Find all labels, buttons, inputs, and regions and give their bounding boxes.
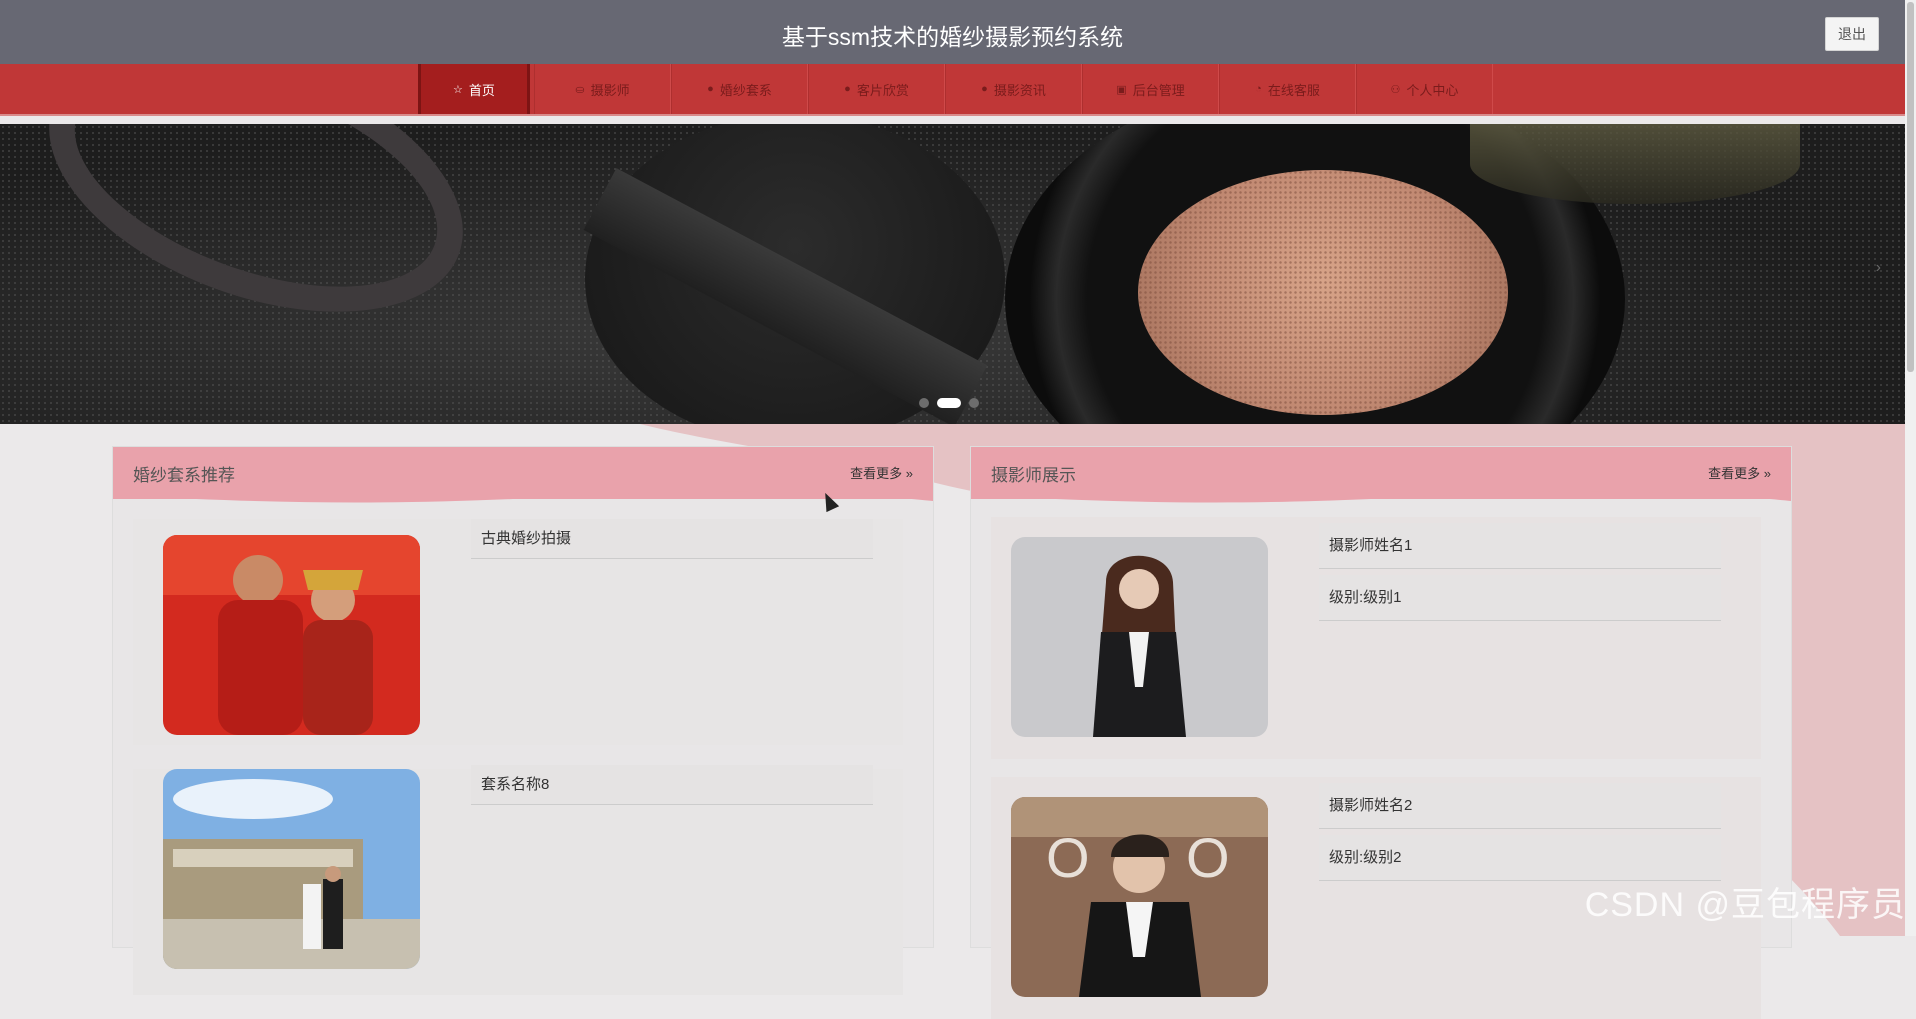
packages-panel: 婚纱套系推荐 查看更多 » 古典婚纱拍摄 套系名称8 [112, 446, 934, 995]
nav-item-label: 摄影师 [590, 82, 630, 98]
photographer-card[interactable]: 摄影师姓名1 级别:级别1 [991, 517, 1761, 759]
view-more-label: 查看更多 [850, 466, 903, 481]
chevron-right-icon[interactable]: › [1876, 259, 1881, 277]
package-name: 套系名称8 [471, 765, 873, 805]
nav-item-packages[interactable]: ● 婚纱套系 [671, 64, 808, 114]
logout-button[interactable]: 退出 [1825, 17, 1879, 51]
main-nav: ☆ 首页 ⛀ 摄影师 ● 婚纱套系 ● 客片欣赏 ● 摄影资讯 ▣ 后台管理 ◔… [0, 64, 1905, 116]
page-scrollbar[interactable] [1905, 0, 1916, 936]
package-card[interactable]: 古典婚纱拍摄 [133, 519, 903, 745]
carousel-dot[interactable] [919, 398, 929, 408]
photographer-photo-image: O O [1011, 797, 1268, 997]
photographer-name: 摄影师姓名1 [1319, 523, 1721, 569]
photographer-level: 级别:级别2 [1319, 835, 1721, 881]
nav-item-gallery[interactable]: ● 客片欣赏 [808, 64, 945, 114]
nav-item-label: 后台管理 [1132, 82, 1185, 98]
nav-item-label: 婚纱套系 [719, 82, 772, 98]
double-chevron-icon: » [1763, 466, 1771, 481]
photographers-panel: 摄影师展示 查看更多 » 摄影师姓名1 级别:级别1 O O 摄影师姓名2 级别… [970, 446, 1792, 1019]
nav-item-photographer[interactable]: ⛀ 摄影师 [534, 64, 671, 114]
double-chevron-icon: » [905, 466, 913, 481]
carousel-dot[interactable] [969, 398, 979, 408]
info-icon: ● [707, 83, 714, 95]
info-icon: ● [981, 83, 988, 95]
user-icon: ⚇ [1390, 83, 1401, 96]
package-photo[interactable] [163, 535, 420, 735]
panel-header: 婚纱套系推荐 查看更多 » [113, 447, 933, 503]
nav-item-label: 在线客服 [1267, 82, 1320, 98]
briefcase-icon: ▣ [1116, 83, 1127, 96]
nav-item-support[interactable]: ◔ 在线客服 [1219, 64, 1356, 114]
nav-item-label: 摄影资讯 [993, 82, 1046, 98]
svg-text:O: O [1046, 826, 1090, 889]
nav-item-news[interactable]: ● 摄影资讯 [945, 64, 1082, 114]
csdn-watermark: CSDN @豆包程序员 [1584, 886, 1906, 924]
carousel-dot-active[interactable] [937, 398, 961, 408]
panel-title: 婚纱套系推荐 [133, 466, 235, 485]
question-icon: ● [844, 83, 851, 95]
photographer-name: 摄影师姓名2 [1319, 783, 1721, 829]
view-more-link[interactable]: 查看更多 » [850, 463, 913, 482]
carousel-indicators [919, 398, 979, 408]
photographer-level: 级别:级别1 [1319, 575, 1721, 621]
package-photo[interactable] [163, 769, 420, 969]
wedding-photo-image [163, 769, 420, 969]
nav-item-label: 首页 [468, 82, 495, 98]
nav-item-profile[interactable]: ⚇ 个人中心 [1356, 64, 1493, 114]
banner-carousel[interactable]: › [0, 124, 1905, 424]
nav-item-label: 客片欣赏 [856, 82, 909, 98]
panel-header: 摄影师展示 查看更多 » [971, 447, 1791, 503]
photographer-photo-image [1011, 537, 1268, 737]
package-name: 古典婚纱拍摄 [471, 519, 873, 559]
svg-text:O: O [1186, 826, 1230, 889]
scrollbar-thumb[interactable] [1907, 2, 1914, 372]
header-wave [971, 489, 1791, 503]
view-more-label: 查看更多 [1708, 466, 1761, 481]
view-more-link[interactable]: 查看更多 » [1708, 463, 1771, 482]
panel-title: 摄影师展示 [991, 466, 1076, 485]
headset-icon: ◔ [1255, 83, 1262, 95]
nav-item-home[interactable]: ☆ 首页 [418, 64, 530, 114]
header-wave [113, 489, 933, 503]
site-title: 基于ssm技术的婚纱摄影预约系统 [781, 24, 1124, 50]
package-card[interactable]: 套系名称8 [133, 765, 903, 995]
top-bar: 基于ssm技术的婚纱摄影预约系统 退出 [0, 0, 1905, 64]
nav-item-label: 个人中心 [1406, 82, 1459, 98]
star-icon: ☆ [453, 83, 463, 96]
banner-cushion [1138, 170, 1508, 415]
bag-icon: ⛀ [575, 83, 585, 96]
wedding-photo-image [163, 535, 420, 735]
photographer-photo[interactable]: O O [1011, 797, 1268, 997]
nav-item-admin[interactable]: ▣ 后台管理 [1082, 64, 1219, 114]
photographer-photo[interactable] [1011, 537, 1268, 737]
banner-jar [1470, 124, 1800, 204]
